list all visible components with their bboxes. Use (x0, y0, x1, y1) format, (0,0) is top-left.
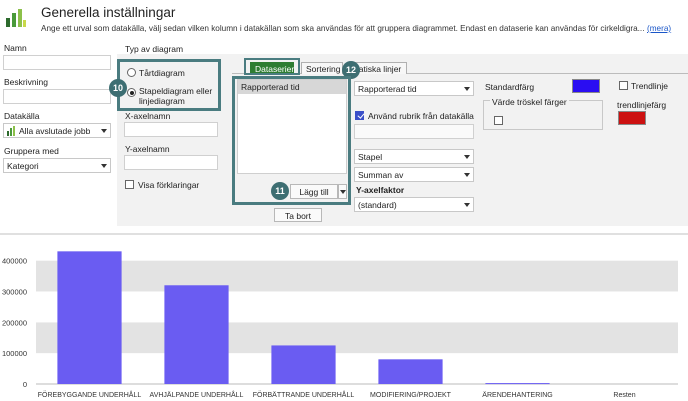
page-title: Generella inställningar (41, 5, 176, 20)
description-input[interactable] (3, 89, 111, 104)
group-label: Gruppera med (4, 146, 59, 156)
use-header-label: Använd rubrik från datakälla (368, 111, 474, 121)
annotation-badge: 11 (271, 182, 289, 200)
remove-series-button[interactable]: Ta bort (274, 208, 322, 222)
chevron-down-icon (464, 87, 470, 91)
chart-type-label: Typ av diagram (125, 44, 184, 54)
datasource-icon (7, 126, 15, 136)
threshold-label: Värde tröskel färger (490, 97, 569, 107)
x-tick-label: ÄRENDEHANTERING (482, 391, 552, 399)
chevron-down-icon (464, 173, 470, 177)
page-description: Ange ett urval som datakälla, välj sedan… (41, 24, 645, 33)
legend-label: Visa förklaringar (138, 180, 200, 190)
standard-color-swatch[interactable] (572, 79, 600, 93)
chevron-down-icon (101, 129, 107, 133)
tab-highlight (244, 58, 300, 75)
aggregate-value: Summan av (358, 170, 404, 180)
group-value: Kategori (7, 161, 39, 171)
yaxis-factor-value: (standard) (358, 200, 397, 210)
y-tick-label: 200000 (2, 318, 27, 327)
pie-chart-label: Tårtdiagram (139, 68, 185, 78)
annotation-badge: 10 (109, 79, 127, 97)
x-tick-label: FÖRBÄTTRANDE UNDERHÅLL (253, 390, 355, 399)
bar (57, 251, 122, 384)
chart-kind-value: Stapel (358, 152, 383, 162)
chevron-down-icon (464, 155, 470, 159)
trendline-color-swatch[interactable] (618, 111, 646, 125)
chart-kind-select[interactable]: Stapel (354, 149, 474, 164)
add-series-button[interactable]: Lägg till (290, 184, 338, 199)
bar (485, 383, 550, 385)
pie-chart-radio[interactable] (127, 68, 136, 77)
description-label: Beskrivning (4, 77, 48, 87)
aggregate-select[interactable]: Summan av (354, 167, 474, 182)
bar (164, 285, 229, 384)
bar-chart-label: Stapeldiagram eller linjediagram (139, 86, 213, 106)
grid-band (36, 260, 678, 292)
legend-checkbox[interactable] (125, 180, 134, 189)
trendline-checkbox[interactable] (619, 81, 628, 90)
more-link[interactable]: (mera) (647, 24, 671, 33)
list-item[interactable]: Rapporterad tid (238, 80, 346, 94)
use-header-checkbox[interactable] (355, 111, 364, 120)
datasource-select[interactable]: Alla avslutade jobb (3, 123, 111, 138)
y-tick-label: 100000 (2, 349, 27, 358)
chart-logo-icon (6, 9, 26, 27)
y-tick-label: 0 (23, 380, 27, 389)
grid-band (36, 239, 678, 261)
xaxis-input[interactable] (124, 122, 218, 137)
add-series-dropdown[interactable] (338, 184, 347, 199)
yaxis-input[interactable] (124, 155, 218, 170)
bar-chart: 0 100000 200000 300000 400000 FÖREBYGGANDE UN… (2, 239, 678, 399)
name-label: Namn (4, 43, 27, 53)
series-header-input[interactable] (354, 124, 474, 139)
y-tick-label: 400000 (2, 257, 27, 266)
xaxis-label: X-axelnamn (125, 111, 171, 121)
x-tick-label: Resten (613, 392, 635, 399)
series-column-value: Rapporterad tid (358, 84, 417, 94)
yaxis-factor-select[interactable]: (standard) (354, 197, 474, 212)
chevron-down-icon (340, 190, 346, 194)
grid-band (36, 291, 678, 323)
group-select[interactable]: Kategori (3, 158, 111, 173)
grid-band (36, 353, 678, 384)
yaxis-factor-label: Y-axelfaktor (356, 185, 405, 195)
standard-color-label: Standardfärg (485, 82, 535, 92)
yaxis-label: Y-axelnamn (125, 144, 170, 154)
threshold-checkbox[interactable] (494, 116, 503, 125)
bar (271, 345, 336, 384)
datasource-label: Datakälla (4, 111, 40, 121)
x-tick-label: MODIFIERING/PROJEKT (370, 392, 452, 399)
chevron-down-icon (464, 203, 470, 207)
bar (378, 359, 443, 384)
series-list[interactable]: Rapporterad tid (237, 79, 347, 174)
name-input[interactable] (3, 55, 111, 70)
series-column-select[interactable]: Rapporterad tid (354, 81, 474, 96)
chevron-down-icon (101, 164, 107, 168)
datasource-value: Alla avslutade jobb (19, 126, 91, 136)
trendline-color-label: trendlinjefärg (617, 100, 667, 110)
y-tick-label: 300000 (2, 287, 27, 296)
trendline-label: Trendlinje (631, 81, 669, 91)
tab-sortering[interactable]: Sortering (301, 62, 343, 74)
grid-band (36, 322, 678, 354)
x-tick-label: AVHJÄLPANDE UNDERHÅLL (150, 390, 244, 399)
bar-chart-radio[interactable] (127, 88, 136, 97)
tab-statiska-linjer[interactable]: atiska linjer (353, 62, 407, 74)
x-tick-label: FÖREBYGGANDE UNDERHÅLL (38, 390, 142, 399)
